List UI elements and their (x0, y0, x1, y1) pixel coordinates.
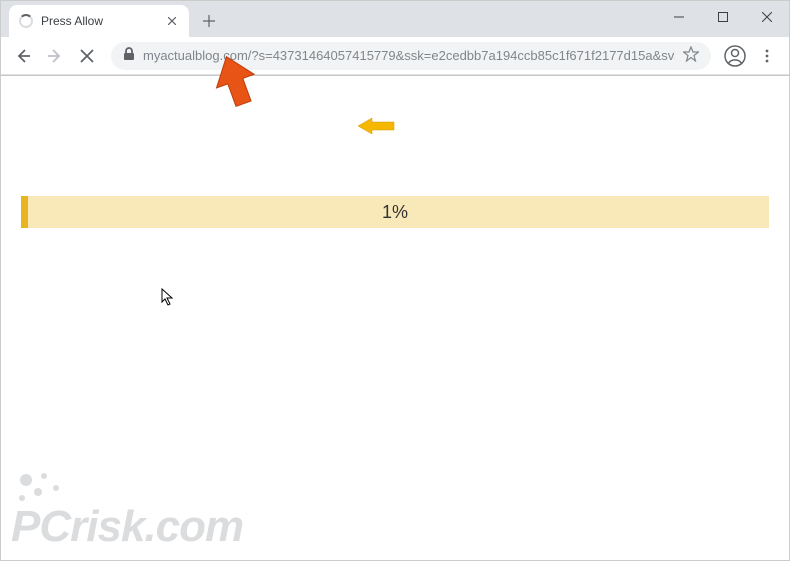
tab-bar: Press Allow (1, 1, 789, 37)
progress-fill (21, 196, 28, 228)
progress-text: 1% (382, 202, 408, 223)
menu-button[interactable] (753, 42, 781, 70)
annotation-yellow-arrow (356, 116, 396, 141)
close-tab-button[interactable] (165, 14, 179, 28)
stop-reload-button[interactable] (73, 42, 101, 70)
address-bar[interactable]: myactualblog.com/?s=43731464057415779&ss… (111, 42, 711, 70)
close-icon (168, 17, 176, 25)
new-tab-button[interactable] (195, 7, 223, 35)
close-window-button[interactable] (745, 1, 789, 33)
toolbar: myactualblog.com/?s=43731464057415779&ss… (1, 37, 789, 75)
browser-tab[interactable]: Press Allow (9, 5, 189, 37)
minimize-button[interactable] (657, 1, 701, 33)
dots-vertical-icon (760, 49, 774, 63)
lock-icon (123, 47, 135, 64)
page-content: 1% (1, 76, 789, 561)
browser-chrome: Press Allow (1, 1, 789, 76)
watermark-dots (16, 470, 66, 510)
annotation-orange-arrow (206, 53, 266, 118)
arrow-right-icon (47, 48, 63, 64)
mouse-cursor-icon (161, 288, 175, 311)
close-icon (762, 12, 772, 22)
forward-button[interactable] (41, 42, 69, 70)
back-button[interactable] (9, 42, 37, 70)
arrow-left-icon (15, 48, 31, 64)
window-controls (657, 1, 789, 33)
minimize-icon (674, 12, 684, 22)
user-icon (724, 45, 746, 67)
progress-bar: 1% (21, 196, 769, 228)
bookmark-button[interactable] (683, 46, 699, 65)
tab-title: Press Allow (41, 14, 157, 28)
star-icon (683, 46, 699, 62)
close-icon (80, 49, 94, 63)
maximize-icon (718, 12, 728, 22)
maximize-button[interactable] (701, 1, 745, 33)
loading-spinner-icon (19, 14, 33, 28)
profile-button[interactable] (721, 42, 749, 70)
plus-icon (203, 15, 215, 27)
